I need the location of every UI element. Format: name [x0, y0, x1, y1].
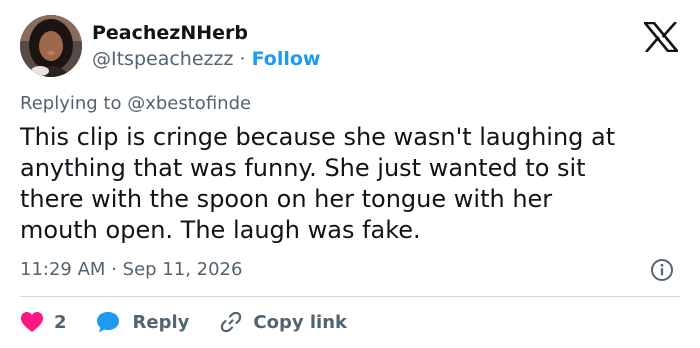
reply-label: Reply [132, 311, 190, 333]
handle-separator: · [239, 48, 246, 70]
avatar[interactable] [20, 15, 82, 77]
tweet-text-line: mouth open. The laugh was fake. [20, 216, 421, 244]
like-count: 2 [54, 311, 67, 333]
tweet-text-line: This clip is cringe because she wasn't l… [20, 123, 616, 151]
replying-to-handle[interactable]: @xbestofinde [127, 93, 251, 114]
author-display-name[interactable]: PeachezNHerb [92, 21, 248, 45]
heart-icon [21, 312, 43, 332]
author-handle[interactable]: @Itspeachezzz [92, 48, 233, 70]
timestamp[interactable]: 11:29 AM · Sep 11, 2026 [20, 258, 242, 282]
tweet-text-line: anything that was funny. She just wanted… [20, 154, 586, 182]
copy-link-button[interactable]: Copy link [219, 310, 347, 334]
link-icon [221, 311, 242, 333]
tweet-text: This clip is cringe because she wasn't l… [20, 122, 680, 246]
tweet-time: 11:29 AM [20, 259, 106, 280]
info-icon[interactable] [650, 258, 674, 282]
reply-button[interactable]: Reply [95, 310, 190, 334]
speech-bubble-icon [96, 312, 119, 333]
replying-to: Replying to @xbestofinde [20, 92, 251, 116]
x-logo-icon[interactable] [642, 21, 680, 53]
follow-button[interactable]: Follow [252, 48, 321, 70]
divider [20, 296, 680, 297]
timestamp-separator: · [111, 259, 117, 280]
like-button[interactable]: 2 [20, 311, 67, 333]
tweet-date: Sep 11, 2026 [122, 259, 243, 280]
author-handle-row: @Itspeachezzz · Follow [92, 47, 321, 71]
avatar-photo [20, 15, 82, 77]
replying-to-prefix: Replying to [20, 93, 122, 114]
tweet-text-line: there with the spoon on her tongue with … [20, 185, 553, 213]
copy-link-label: Copy link [253, 311, 347, 333]
action-bar: 2 Reply Copy link [20, 307, 347, 337]
